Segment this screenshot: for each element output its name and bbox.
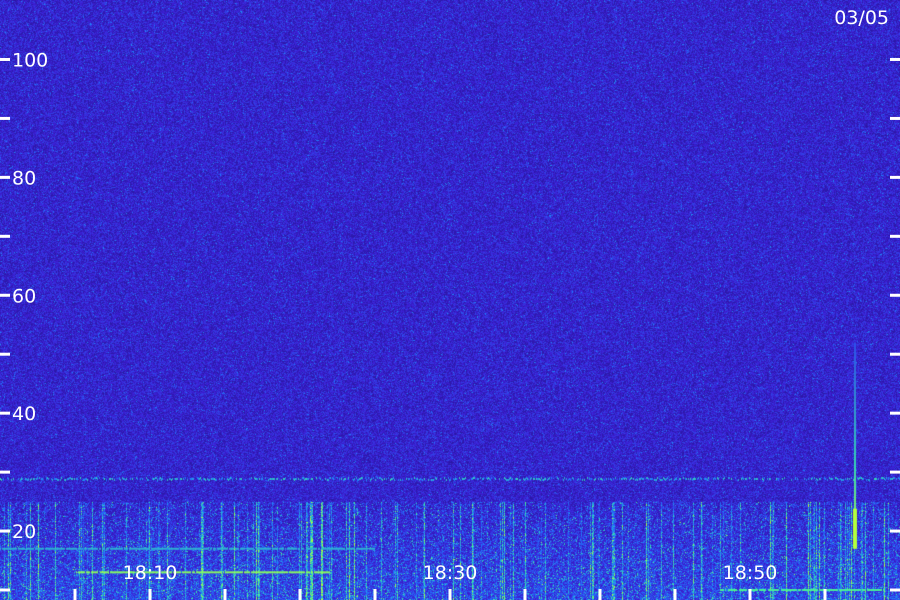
x-tick-mark: [823, 589, 827, 600]
x-tick-mark: [373, 589, 377, 600]
x-tick-label: 18:50: [723, 562, 778, 584]
spectrogram-chart: 03/05 100 80 60 40 20 18:10 18:30 18:50: [0, 0, 900, 600]
y-minor-tick-right: [890, 588, 900, 592]
y-minor-tick-right: [890, 470, 900, 474]
x-tick-mark: [748, 589, 752, 600]
y-tick-mark-left: [0, 175, 10, 179]
y-minor-tick-right: [890, 234, 900, 238]
y-tick-mark-left: [0, 411, 10, 415]
y-tick-label: 100: [12, 49, 48, 71]
x-tick-mark: [523, 589, 527, 600]
x-tick-label: 18:10: [123, 562, 178, 584]
y-axis: 100 80 60 40 20: [0, 49, 900, 592]
y-tick-mark-right: [890, 529, 900, 533]
x-tick-mark: [223, 589, 227, 600]
y-tick-label: 40: [12, 403, 36, 425]
x-tick-mark: [298, 589, 302, 600]
y-tick-label: 60: [12, 285, 36, 307]
y-tick-label: 20: [12, 521, 36, 543]
y-tick-mark-left: [0, 293, 10, 297]
y-minor-tick-left: [0, 470, 10, 474]
y-tick-label: 80: [12, 167, 36, 189]
y-minor-tick-left: [0, 588, 10, 592]
x-tick-mark: [73, 589, 77, 600]
y-minor-tick-left: [0, 352, 10, 356]
x-tick-mark: [598, 589, 602, 600]
y-minor-tick-right: [890, 352, 900, 356]
y-tick-mark-right: [890, 293, 900, 297]
x-tick-mark: [673, 589, 677, 600]
y-tick-mark-right: [890, 175, 900, 179]
x-tick-label: 18:30: [423, 562, 478, 584]
y-minor-tick-left: [0, 234, 10, 238]
y-minor-tick-right: [890, 116, 900, 120]
y-tick-mark-right: [890, 57, 900, 61]
chart-axes: 03/05 100 80 60 40 20 18:10 18:30 18:50: [0, 7, 900, 600]
y-tick-mark-left: [0, 57, 10, 61]
x-tick-mark: [448, 589, 452, 600]
date-label: 03/05: [834, 7, 889, 29]
x-axis: 18:10 18:30 18:50: [73, 562, 827, 600]
y-tick-mark-right: [890, 411, 900, 415]
y-minor-tick-left: [0, 116, 10, 120]
y-tick-mark-left: [0, 529, 10, 533]
x-tick-mark: [148, 589, 152, 600]
